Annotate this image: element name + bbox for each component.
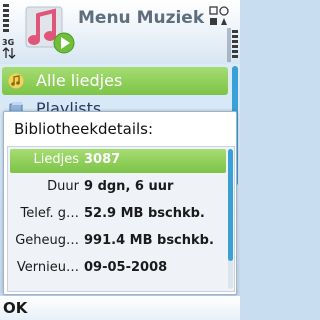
detail-value: 991.4 MB bschkb. (84, 233, 214, 248)
detail-label: Liedjes (33, 152, 80, 167)
detail-row-phone-memory[interactable]: Telef. g… 52.9 MB bschkb. (10, 203, 226, 227)
music-app-icon (25, 6, 75, 54)
detail-row-refreshed[interactable]: Vernieu… 09-05-2008 (10, 257, 226, 281)
music-note-icon (8, 73, 24, 89)
detail-row-duration[interactable]: Duur 9 dgn, 6 uur (10, 176, 226, 200)
ok-softkey[interactable]: OK (3, 299, 27, 317)
detail-label: Telef. g… (20, 206, 80, 221)
detail-value: 09-05-2008 (84, 260, 168, 275)
detail-row-memory-card[interactable]: Geheug… 991.4 MB bschkb. (10, 230, 226, 254)
detail-label: Geheug… (15, 233, 79, 248)
list-item-alle-liedjes[interactable]: Alle liedjes (2, 67, 228, 95)
battery-level-icon (227, 28, 238, 62)
list-item-label: Alle liedjes (36, 71, 123, 90)
detail-value: 3087 (84, 152, 121, 167)
app-title: Menu Muziek (78, 8, 205, 28)
detail-value: 52.9 MB bschkb. (84, 206, 205, 221)
network-type-label: 3G (2, 38, 15, 47)
detail-value: 9 dgn, 6 uur (84, 179, 174, 194)
dialog-heading: Bibliotheekdetails: (14, 120, 154, 138)
softkey-bar: OK (0, 296, 240, 320)
detail-row-songs[interactable]: Liedjes 3087 (10, 149, 226, 173)
detail-label: Vernieu… (16, 260, 79, 275)
detail-label: Duur (47, 179, 79, 194)
title-pane: 3G Menu Muziek (0, 0, 240, 64)
connectivity-status-icon (209, 6, 229, 25)
dialog-scrollbar[interactable] (228, 149, 233, 289)
details-list: Liedjes 3087 Duur 9 dgn, 6 uur Telef. g…… (7, 146, 235, 292)
library-details-dialog: Bibliotheekdetails: Liedjes 3087 Duur 9 … (3, 111, 237, 295)
signal-strength-icon (2, 4, 16, 59)
dialog-scrollbar-thumb[interactable] (228, 149, 233, 261)
